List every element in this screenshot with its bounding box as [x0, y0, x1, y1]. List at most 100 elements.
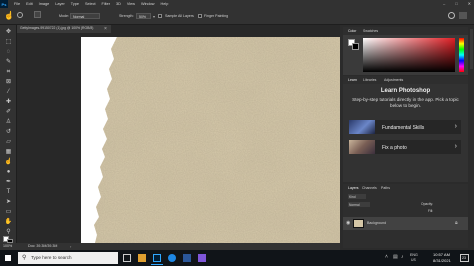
tab-learn[interactable]: Learn [348, 78, 357, 82]
quick-select-tool-icon[interactable]: ✎ [4, 58, 13, 66]
learn-title: Learn Photoshop [380, 88, 431, 94]
tab-channels[interactable]: Channels [362, 186, 377, 190]
menu-view[interactable]: View [127, 2, 135, 6]
blend-mode-select[interactable]: Normal [348, 202, 370, 207]
healing-brush-tool-icon[interactable]: ✚ [4, 98, 13, 106]
maximize-button[interactable]: □ [455, 1, 457, 6]
path-selection-tool-icon[interactable]: ➤ [4, 198, 13, 206]
color-panel: Color Swatches [343, 27, 468, 75]
layers-panel-tabs: Layers Channels Paths [343, 184, 468, 192]
background-color-chip[interactable] [352, 43, 359, 50]
clock-date[interactable]: 8/31/2021 [433, 259, 451, 263]
menu-file[interactable]: File [14, 2, 20, 6]
tutorial-card-fundamental-skills[interactable]: Fundamental Skills › [349, 120, 461, 134]
brush-tool-icon[interactable]: ✐ [4, 108, 13, 116]
tools-panel: ✥ ⬚ ◌ ✎ ⌗ ⊠ ⁄ ✚ ✐ ♙ ↺ ▱ ▦ ☝ ● ✒ T ➤ ▭ ✋ … [0, 25, 17, 243]
layer-thumbnail [353, 219, 364, 228]
workspace-icon[interactable] [459, 12, 467, 19]
menu-3d[interactable]: 3D [116, 2, 121, 6]
menu-window[interactable]: Window [141, 2, 155, 6]
windows-start-icon[interactable] [5, 255, 11, 261]
notification-icon[interactable]: 23 [460, 254, 469, 262]
sample-all-layers-checkbox[interactable] [158, 14, 162, 18]
zoom-tool-icon[interactable]: ⚲ [4, 228, 13, 236]
tab-color[interactable]: Color [348, 29, 356, 33]
word-icon[interactable] [183, 254, 191, 262]
learn-panel-tabs: Learn Libraries Adjustments [343, 76, 468, 84]
chevron-right-icon: › [454, 143, 457, 150]
brush-settings-icon[interactable] [34, 11, 41, 18]
window-controls: – □ ✕ [443, 1, 471, 6]
dock-collapse-strip[interactable] [470, 29, 473, 69]
rectangle-tool-icon[interactable]: ▭ [4, 208, 13, 216]
menu-layer[interactable]: Layer [55, 2, 65, 6]
active-app-indicator [151, 264, 163, 265]
photoshop-taskbar-icon[interactable] [153, 254, 161, 262]
finger-painting-checkbox[interactable] [198, 14, 202, 18]
network-icon[interactable]: ▤ [393, 254, 398, 260]
eye-icon[interactable]: ◉ [346, 220, 350, 226]
region-indicator: US [411, 258, 416, 262]
eyedropper-tool-icon[interactable]: ⁄ [4, 88, 13, 96]
strength-input[interactable]: 50% [136, 13, 151, 19]
layer-row-background[interactable]: ◉ Background 🔒︎ [343, 217, 468, 230]
close-tab-icon[interactable]: × [104, 26, 107, 32]
hue-slider[interactable] [459, 38, 464, 72]
type-tool-icon[interactable]: T [4, 188, 13, 196]
taskbar-search-box[interactable]: ⚲ Type here to search [18, 252, 118, 264]
crop-tool-icon[interactable]: ⌗ [4, 68, 13, 76]
smudge-tool-icon[interactable]: ☝ [4, 158, 13, 166]
tab-paths[interactable]: Paths [381, 186, 390, 190]
document-tab[interactable]: GettyImages-99150722 (1).jpg @ 100% (RGB… [17, 25, 111, 33]
color-field[interactable] [363, 38, 455, 72]
tab-layers[interactable]: Layers [348, 186, 359, 190]
dodge-tool-icon[interactable]: ● [4, 168, 13, 176]
tab-swatches[interactable]: Swatches [363, 29, 378, 33]
menu-edit[interactable]: Edit [26, 2, 33, 6]
move-tool-icon[interactable]: ✥ [4, 28, 13, 36]
frame-tool-icon[interactable]: ⊠ [4, 78, 13, 86]
document-canvas[interactable] [81, 37, 340, 243]
clock-time[interactable]: 10:57 AM [433, 253, 450, 257]
clone-stamp-tool-icon[interactable]: ♙ [4, 118, 13, 126]
file-explorer-icon[interactable] [138, 254, 146, 262]
pen-tool-icon[interactable]: ✒ [4, 178, 13, 186]
minimize-button[interactable]: – [443, 1, 445, 6]
menu-help[interactable]: Help [161, 2, 169, 6]
menu-image[interactable]: Image [39, 2, 50, 6]
learn-description: Step-by-step tutorials directly in the a… [352, 97, 459, 108]
history-brush-tool-icon[interactable]: ↺ [4, 128, 13, 136]
tutorial-card-fix-a-photo[interactable]: Fix a photo › [349, 140, 461, 154]
layer-filter-kind[interactable]: Kind [348, 194, 366, 199]
hand-tool-icon[interactable]: ✋ [4, 218, 13, 226]
chevron-up-icon[interactable]: ˄ [385, 254, 388, 260]
canvas-area[interactable] [17, 33, 340, 243]
task-view-icon[interactable] [123, 254, 131, 262]
fundamental-skills-thumbnail [349, 120, 375, 134]
menu-filter[interactable]: Filter [102, 2, 110, 6]
mode-select[interactable]: Normal [70, 13, 100, 19]
smudge-tool-icon[interactable]: ☝ [4, 11, 14, 20]
lock-icon: 🔒︎ [455, 220, 458, 226]
fix-a-photo-label: Fix a photo [382, 145, 407, 151]
volume-icon[interactable]: ♪ [401, 254, 404, 260]
menu-select[interactable]: Select [85, 2, 96, 6]
menubar: Ps File Edit Image Layer Type Select Fil… [0, 0, 474, 8]
mode-label: Mode: [59, 14, 69, 18]
strength-label: Strength: [119, 14, 134, 18]
edge-browser-icon[interactable] [168, 254, 176, 262]
menu-type[interactable]: Type [71, 2, 79, 6]
zoom-level[interactable]: 100% [3, 244, 12, 249]
close-window-button[interactable]: ✕ [468, 1, 471, 6]
status-bar: 100% Doc: 39.3M/39.3M › [0, 243, 345, 250]
gradient-tool-icon[interactable]: ▦ [4, 148, 13, 156]
app-icon[interactable] [198, 254, 206, 262]
status-menu-icon[interactable]: › [70, 244, 71, 249]
eraser-tool-icon[interactable]: ▱ [4, 138, 13, 146]
marquee-tool-icon[interactable]: ⬚ [4, 38, 13, 46]
brush-preset-icon[interactable] [17, 12, 23, 18]
tab-adjustments[interactable]: Adjustments [384, 78, 403, 82]
lasso-tool-icon[interactable]: ◌ [4, 48, 13, 56]
tab-libraries[interactable]: Libraries [363, 78, 376, 82]
search-icon[interactable] [448, 12, 455, 19]
